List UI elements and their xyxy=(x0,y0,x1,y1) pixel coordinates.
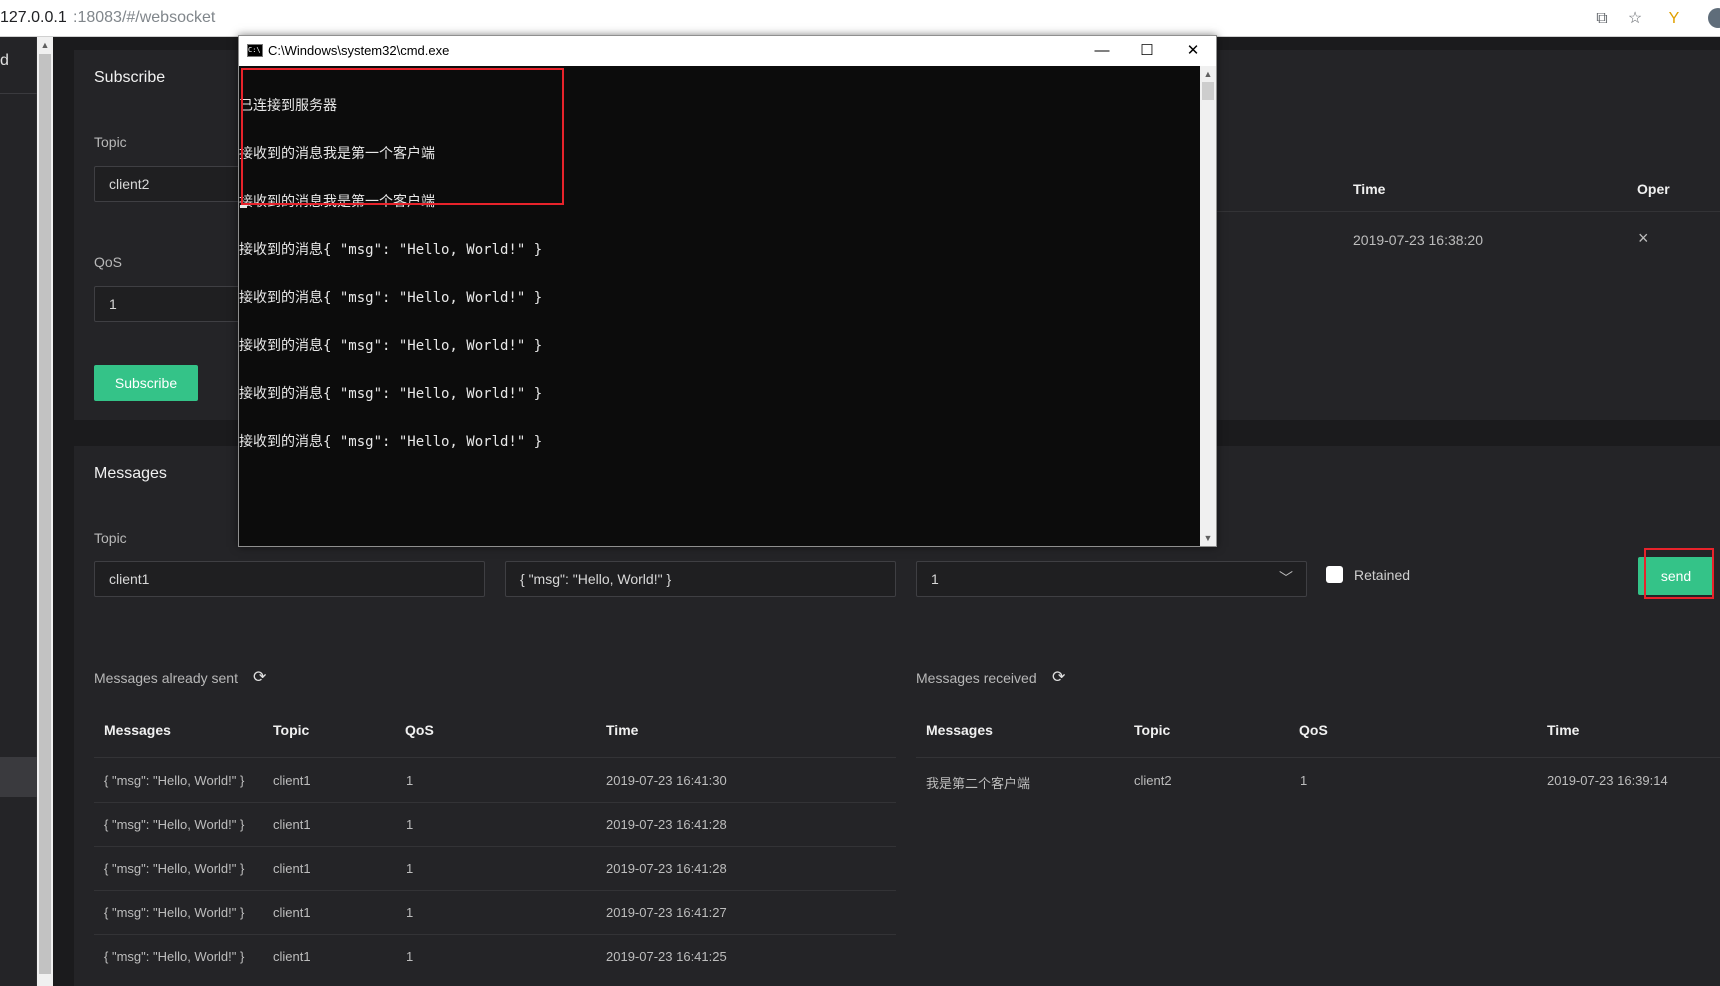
browser-address-bar[interactable] xyxy=(0,0,1720,37)
sent-message-cell: { "msg": "Hello, World!" } xyxy=(104,949,245,964)
sent-message-cell: { "msg": "Hello, World!" } xyxy=(104,861,245,876)
sent-time-cell: 2019-07-23 16:41:28 xyxy=(606,861,727,876)
sent-header-time: Time xyxy=(606,722,639,738)
retained-label: Retained xyxy=(1354,567,1411,583)
cmd-line: 接收到的消息{ "msg": "Hello, World!" } xyxy=(239,290,543,306)
row-divider xyxy=(94,890,896,891)
sent-qos-cell: 1 xyxy=(406,817,414,832)
sent-message-cell: { "msg": "Hello, World!" } xyxy=(104,773,245,788)
nav-item-active[interactable] xyxy=(0,757,37,797)
cmd-scrollbar-thumb[interactable] xyxy=(1202,82,1214,100)
scrollbar-thumb[interactable] xyxy=(39,54,51,974)
cmd-scrollbar[interactable] xyxy=(1200,66,1216,546)
url-host[interactable]: 127.0.0.1 xyxy=(0,9,67,27)
sent-time-cell: 2019-07-23 16:41:25 xyxy=(606,949,727,964)
sent-qos-cell: 1 xyxy=(406,773,414,788)
sent-message-cell: { "msg": "Hello, World!" } xyxy=(104,905,245,920)
received-topic-cell: client2 xyxy=(1134,773,1172,788)
cmd-line: 接收到的消息{ "msg": "Hello, World!" } xyxy=(239,386,543,402)
row-divider xyxy=(94,802,896,803)
cmd-line: 接收到的消息{ "msg": "Hello, World!" } xyxy=(239,338,543,354)
cmd-scroll-up-icon[interactable]: ▲ xyxy=(1200,66,1216,82)
scroll-up-arrow-icon[interactable]: ▲ xyxy=(37,37,53,53)
sent-time-cell: 2019-07-23 16:41:30 xyxy=(606,773,727,788)
subscribe-qos-select[interactable]: 1 xyxy=(94,286,244,322)
row-divider xyxy=(94,934,896,935)
sent-qos-cell: 1 xyxy=(406,949,414,964)
message-payload-input[interactable]: { "msg": "Hello, World!" } xyxy=(505,561,896,597)
sent-messages-title: Messages already sent xyxy=(94,670,238,686)
received-header-messages: Messages xyxy=(926,722,993,738)
subscribe-title: Subscribe xyxy=(94,69,166,86)
unsubscribe-close-icon[interactable]: × xyxy=(1638,228,1649,249)
sent-header-qos: QoS xyxy=(405,722,434,738)
cmd-output-highlight-box xyxy=(241,68,564,205)
cmd-line: 接收到的消息{ "msg": "Hello, World!" } xyxy=(239,434,543,450)
cmd-scroll-down-icon[interactable]: ▼ xyxy=(1200,530,1216,546)
subscriptions-header-divider xyxy=(1217,211,1720,212)
retained-checkbox[interactable] xyxy=(1326,566,1343,583)
subscriptions-time-header: Time xyxy=(1353,181,1386,197)
sent-topic-cell: client1 xyxy=(273,861,311,876)
sent-time-cell: 2019-07-23 16:41:28 xyxy=(606,817,727,832)
sent-topic-cell: client1 xyxy=(273,817,311,832)
sent-header-messages: Messages xyxy=(104,722,171,738)
messages-topic-label: Topic xyxy=(94,530,127,546)
received-header-time: Time xyxy=(1547,722,1580,738)
cmd-icon: C:\ xyxy=(247,44,263,57)
sent-time-cell: 2019-07-23 16:41:27 xyxy=(606,905,727,920)
sent-header-divider xyxy=(94,757,896,758)
subscribe-topic-label: Topic xyxy=(94,134,127,150)
sent-message-cell: { "msg": "Hello, World!" } xyxy=(104,817,245,832)
received-qos-cell: 1 xyxy=(1300,773,1308,788)
maximize-icon[interactable]: ☐ xyxy=(1132,40,1162,62)
cmd-line: 接收到的消息{ "msg": "Hello, World!" } xyxy=(239,242,543,258)
subscribe-button[interactable]: Subscribe xyxy=(94,365,198,401)
nav-logo: d xyxy=(0,52,9,69)
close-icon[interactable]: ✕ xyxy=(1178,40,1208,62)
row-divider xyxy=(94,846,896,847)
received-header-qos: QoS xyxy=(1299,722,1328,738)
refresh-sent-icon[interactable]: ⟳ xyxy=(253,667,266,687)
star-icon[interactable]: ☆ xyxy=(1624,8,1646,30)
sent-topic-cell: client1 xyxy=(273,949,311,964)
minimize-icon[interactable]: — xyxy=(1087,40,1117,62)
message-qos-select[interactable]: 1 xyxy=(916,561,1307,597)
subscribe-topic-input[interactable]: client2 xyxy=(94,166,244,202)
side-nav xyxy=(0,37,37,986)
cmd-window-title: C:\Windows\system32\cmd.exe xyxy=(268,43,450,58)
sent-topic-cell: client1 xyxy=(273,773,311,788)
send-highlight-box xyxy=(1644,548,1714,599)
sent-qos-cell: 1 xyxy=(406,861,414,876)
chevron-down-icon[interactable]: ﹀ xyxy=(1279,568,1293,588)
received-message-cell: 我是第二个客户端 xyxy=(926,776,1031,791)
received-header-topic: Topic xyxy=(1134,722,1171,738)
extension-icon[interactable]: Y xyxy=(1663,8,1685,30)
sent-header-topic: Topic xyxy=(273,722,310,738)
subscriptions-oper-header: Oper xyxy=(1637,181,1670,197)
sent-topic-cell: client1 xyxy=(273,905,311,920)
translate-icon[interactable]: ⧉ xyxy=(1591,8,1613,30)
sent-qos-cell: 1 xyxy=(406,905,414,920)
received-header-divider xyxy=(916,757,1720,758)
received-time-cell: 2019-07-23 16:39:14 xyxy=(1547,773,1668,788)
cmd-cursor xyxy=(240,205,247,208)
received-messages-title: Messages received xyxy=(916,670,1037,686)
subscribe-qos-label: QoS xyxy=(94,254,123,270)
messages-title: Messages xyxy=(94,465,167,482)
subscription-time: 2019-07-23 16:38:20 xyxy=(1353,232,1483,248)
refresh-received-icon[interactable]: ⟳ xyxy=(1052,667,1065,687)
url-path[interactable]: :18083/#/websocket xyxy=(73,9,215,27)
nav-divider xyxy=(0,93,37,94)
message-topic-input[interactable]: client1 xyxy=(94,561,485,597)
